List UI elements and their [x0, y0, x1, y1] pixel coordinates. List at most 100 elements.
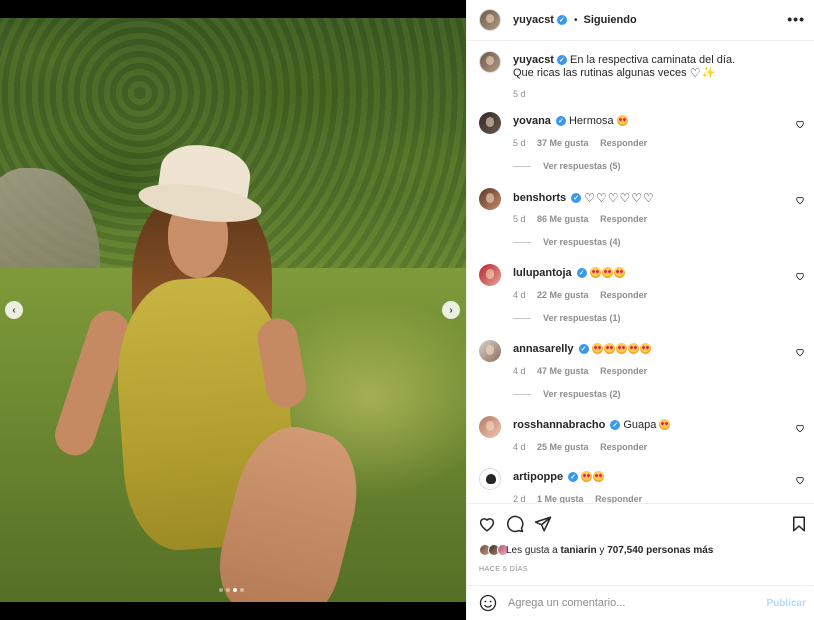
post-timestamp[interactable]: HACE 5 DÍAS: [479, 566, 528, 573]
comment-age: 4 d: [513, 366, 526, 376]
verified-icon: ✓: [556, 55, 567, 66]
sparkle-emoji-icon: ✨: [701, 67, 716, 79]
avatar[interactable]: [479, 188, 501, 210]
like-heart-icon[interactable]: [795, 475, 805, 485]
carousel-indicator: [219, 588, 244, 592]
post-photo: [0, 18, 466, 602]
reply-button[interactable]: Responder: [600, 290, 647, 300]
verified-icon: ✓: [568, 472, 579, 483]
comment-icon[interactable]: [506, 515, 524, 533]
post-header: yuyacst ✓ • Siguiendo •••: [467, 0, 814, 41]
like-heart-icon[interactable]: [795, 347, 805, 357]
more-options-icon[interactable]: •••: [787, 11, 805, 27]
like-heart-icon[interactable]: [795, 423, 805, 433]
comment-meta: 4 d 22 Me gusta Responder: [513, 290, 656, 300]
likes-summary[interactable]: Les gusta a taniarin y 707,540 personas …: [479, 544, 713, 556]
avatar[interactable]: [479, 468, 501, 490]
verified-icon: ✓: [571, 193, 582, 204]
white-heart-emoji-icon: ♡: [689, 66, 701, 80]
avatar[interactable]: [479, 264, 501, 286]
carousel-next-button[interactable]: ›: [442, 301, 460, 319]
comment-username[interactable]: yovana: [513, 115, 551, 127]
media-letterbox-top: [0, 0, 466, 18]
avatar[interactable]: [479, 51, 501, 73]
white-hearts-emoji-icon: ♡♡♡♡♡♡: [584, 191, 655, 205]
comment-meta: 4 d 47 Me gusta Responder: [513, 366, 656, 376]
comment-item: benshorts ✓ ♡♡♡♡♡♡ 5 d 86 Me gusta Respon…: [479, 188, 809, 258]
comment-username[interactable]: lulupantoja: [513, 267, 572, 279]
view-replies-button[interactable]: Ver respuestas (4): [513, 237, 621, 247]
carousel-dot: [219, 588, 223, 592]
heart-eyes-emoji-icon: [639, 343, 651, 354]
comment-body: Guapa: [623, 419, 657, 431]
verified-icon: ✓: [576, 268, 587, 279]
add-comment-bar: Publicar: [467, 585, 814, 620]
avatar[interactable]: [479, 416, 501, 438]
comment-input[interactable]: [508, 597, 748, 609]
comment-meta: 4 d 25 Me gusta Responder: [513, 442, 656, 452]
heart-eyes-emoji-icon: [591, 343, 603, 354]
view-replies-label: Ver respuestas (1): [543, 313, 621, 323]
heart-eyes-emoji-icon: [616, 115, 628, 126]
like-heart-icon[interactable]: [795, 119, 805, 129]
reply-button[interactable]: Responder: [600, 366, 647, 376]
comment-meta: 5 d 86 Me gusta Responder: [513, 214, 656, 224]
share-icon[interactable]: [534, 515, 552, 533]
comment-likes[interactable]: 1 Me gusta: [537, 494, 584, 503]
likes-prefix: Les gusta a: [506, 544, 558, 556]
comment-item: lulupantoja ✓ 4 d 22 Me gusta Responder V…: [479, 264, 809, 334]
save-bookmark-icon[interactable]: [790, 515, 808, 533]
likes-middle: y: [599, 544, 605, 556]
comment-age: 4 d: [513, 442, 526, 452]
carousel-prev-button[interactable]: ‹: [5, 301, 23, 319]
comment-item: artipoppe ✓ 2 d 1 Me gusta Responder: [479, 468, 809, 503]
like-heart-icon[interactable]: [795, 195, 805, 205]
comment-age: 5 d: [513, 138, 526, 148]
view-replies-button[interactable]: Ver respuestas (1): [513, 313, 621, 323]
reply-button[interactable]: Responder: [600, 214, 647, 224]
divider: [513, 317, 531, 319]
comment-likes[interactable]: 37 Me gusta: [537, 138, 589, 148]
post-media: ‹ ›: [0, 0, 466, 620]
comment-age: 4 d: [513, 290, 526, 300]
comment-likes[interactable]: 86 Me gusta: [537, 214, 589, 224]
post-action-bar: [467, 503, 814, 543]
likes-user[interactable]: taniarin: [561, 545, 597, 556]
publish-button[interactable]: Publicar: [767, 598, 806, 609]
verified-icon: ✓: [610, 420, 621, 431]
avatar[interactable]: [479, 112, 501, 134]
following-button[interactable]: Siguiendo: [584, 14, 637, 26]
view-replies-button[interactable]: Ver respuestas (5): [513, 161, 621, 171]
reply-button[interactable]: Responder: [600, 442, 647, 452]
instagram-post-modal: ‹ › yuyacst ✓ • Siguiendo ••• yuyacst✓: [0, 0, 814, 620]
comment-username[interactable]: annasarelly: [513, 343, 574, 355]
caption-text: yuyacst ✓ En la respectiva caminata del d…: [513, 54, 803, 80]
caption-line-1: En la respectiva caminata del día.: [570, 54, 736, 66]
comment-likes[interactable]: 47 Me gusta: [537, 366, 589, 376]
avatar[interactable]: [479, 340, 501, 362]
reply-button[interactable]: Responder: [600, 138, 647, 148]
comment-likes[interactable]: 25 Me gusta: [537, 442, 589, 452]
comment-username[interactable]: benshorts: [513, 192, 566, 204]
view-replies-label: Ver respuestas (2): [543, 389, 621, 399]
avatar[interactable]: [479, 9, 501, 31]
view-replies-label: Ver respuestas (4): [543, 237, 621, 247]
like-heart-icon[interactable]: [795, 271, 805, 281]
comments-list[interactable]: yuyacst ✓ En la respectiva caminata del d…: [467, 41, 814, 503]
heart-eyes-emoji-icon: [589, 267, 601, 278]
heart-eyes-emoji-icon: [601, 267, 613, 278]
like-heart-icon[interactable]: [478, 515, 496, 533]
emoji-icon[interactable]: [479, 594, 497, 612]
comment-username[interactable]: rosshannabracho: [513, 419, 605, 431]
author-username[interactable]: yuyacst: [513, 14, 554, 26]
caption-username[interactable]: yuyacst: [513, 54, 554, 66]
carousel-dot-active: [233, 588, 237, 592]
reply-button[interactable]: Responder: [595, 494, 642, 503]
divider: [513, 393, 531, 395]
comment-username[interactable]: artipoppe: [513, 471, 563, 483]
view-replies-button[interactable]: Ver respuestas (2): [513, 389, 621, 399]
comment-likes[interactable]: 22 Me gusta: [537, 290, 589, 300]
comment-text: artipoppe ✓: [513, 471, 605, 483]
likes-count[interactable]: 707,540 personas más: [607, 545, 713, 556]
comment-meta: 2 d 1 Me gusta Responder: [513, 494, 651, 503]
